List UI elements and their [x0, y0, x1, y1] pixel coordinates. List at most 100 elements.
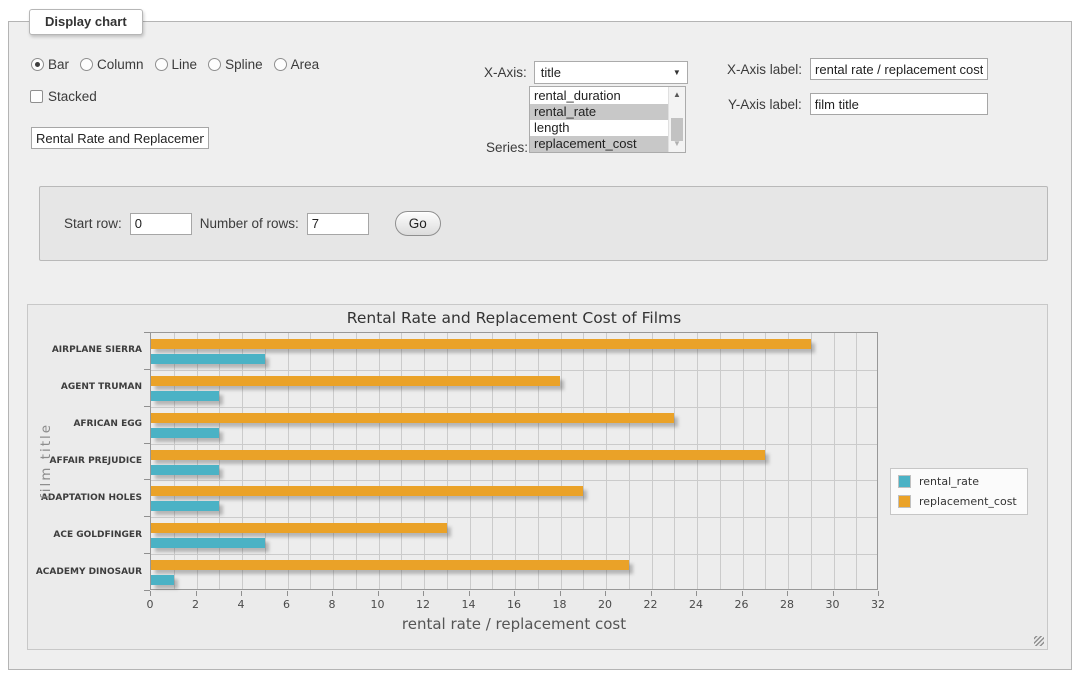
select-dropdown-arrow-icon: ▼ [673, 69, 681, 77]
x-tick-label: 8 [312, 598, 352, 611]
bar-replacement_cost-agent-truman [151, 376, 560, 386]
display-chart-panel: Display chart BarColumnLineSplineArea St… [8, 21, 1072, 670]
x-tick-mark [241, 591, 242, 596]
radio-icon[interactable] [80, 58, 93, 71]
start-row-label: Start row: [64, 216, 122, 231]
grid-line-vertical [333, 333, 334, 589]
grid-line-horizontal [151, 407, 877, 408]
radio-icon[interactable] [155, 58, 168, 71]
y-tick-mark [144, 516, 150, 517]
series-options: rental_durationrental_ratelengthreplacem… [530, 88, 668, 152]
series-option-rental_rate[interactable]: rental_rate [530, 104, 668, 120]
category-label: AIRPLANE SIERRA [30, 345, 142, 355]
grid-line-horizontal [151, 480, 877, 481]
grid-line-vertical [219, 333, 220, 589]
y-tick-mark [144, 443, 150, 444]
x-axis-label-row: X-Axis label: [727, 58, 988, 80]
x-axis-label-input[interactable] [810, 58, 988, 80]
x-tick-mark [605, 591, 606, 596]
series-option-replacement_cost[interactable]: replacement_cost [530, 136, 668, 152]
chart-type-radio-column[interactable]: Column [80, 57, 144, 72]
grid-line-vertical [492, 333, 493, 589]
bar-rental_rate-affair-prejudice [151, 465, 219, 475]
y-axis-label-input[interactable] [810, 93, 988, 115]
series-listbox-scrollbar[interactable]: ▲ ▼ [668, 87, 685, 152]
category-label: ACE GOLDFINGER [30, 530, 142, 540]
category-label: ACADEMY DINOSAUR [30, 567, 142, 577]
bar-rental_rate-airplane-sierra [151, 354, 265, 364]
bar-replacement_cost-african-egg [151, 413, 674, 423]
y-tick-mark [144, 369, 150, 370]
grid-line-vertical [720, 333, 721, 589]
x-axis-selected-value: title [541, 65, 561, 80]
grid-line-vertical [811, 333, 812, 589]
grid-line-vertical [470, 333, 471, 589]
chart-x-axis-title: rental rate / replacement cost [150, 615, 878, 633]
grid-line-vertical [174, 333, 175, 589]
radio-icon[interactable] [208, 58, 221, 71]
x-axis-select[interactable]: title ▼ [534, 61, 688, 84]
series-listbox-label: Series: [486, 140, 528, 155]
chart-type-radio-bar[interactable]: Bar [31, 57, 69, 72]
grid-line-vertical [629, 333, 630, 589]
series-option-rental_duration[interactable]: rental_duration [530, 88, 668, 104]
chart-type-label: Area [291, 57, 320, 72]
legend-label-rental_rate: rental_rate [919, 475, 979, 488]
x-tick-label: 10 [358, 598, 398, 611]
chart-legend: rental_rate replacement_cost [890, 468, 1028, 515]
x-tick-mark [378, 591, 379, 596]
grid-line-vertical [856, 333, 857, 589]
x-tick-label: 0 [130, 598, 170, 611]
grid-line-horizontal [151, 554, 877, 555]
series-option-length[interactable]: length [530, 120, 668, 136]
grid-line-vertical [288, 333, 289, 589]
radio-icon[interactable] [274, 58, 287, 71]
x-tick-label: 28 [767, 598, 807, 611]
grid-line-vertical [743, 333, 744, 589]
x-tick-label: 2 [176, 598, 216, 611]
num-rows-input[interactable] [307, 213, 369, 235]
chart-type-radio-group: Bar Column Line Spline Area [31, 57, 319, 72]
y-tick-mark [144, 479, 150, 480]
series-listbox[interactable]: rental_durationrental_ratelengthreplacem… [529, 86, 686, 153]
chart-type-label: Spline [225, 57, 263, 72]
row-controls-box: Start row: Number of rows: Go [39, 186, 1048, 261]
x-tick-label: 4 [221, 598, 261, 611]
resize-handle-icon[interactable] [1034, 636, 1044, 646]
category-label: AGENT TRUMAN [30, 382, 142, 392]
bar-rental_rate-adaptation-holes [151, 501, 219, 511]
go-button[interactable]: Go [395, 211, 441, 236]
grid-line-vertical [538, 333, 539, 589]
x-tick-label: 20 [585, 598, 625, 611]
legend-item-replacement_cost: replacement_cost [898, 495, 1017, 508]
radio-icon[interactable] [31, 58, 44, 71]
grid-line-vertical [447, 333, 448, 589]
legend-swatch-rental_rate [898, 475, 911, 488]
grid-line-vertical [765, 333, 766, 589]
x-tick-mark [287, 591, 288, 596]
x-tick-mark [878, 591, 879, 596]
y-tick-mark [144, 406, 150, 407]
grid-line-vertical [424, 333, 425, 589]
grid-line-vertical [242, 333, 243, 589]
grid-line-vertical [515, 333, 516, 589]
scroll-up-icon[interactable]: ▲ [669, 88, 685, 102]
chart-type-radio-area[interactable]: Area [274, 57, 320, 72]
chart-type-radio-line[interactable]: Line [155, 57, 198, 72]
grid-line-horizontal [151, 444, 877, 445]
chart-type-radio-spline[interactable]: Spline [208, 57, 263, 72]
scroll-down-icon[interactable]: ▼ [669, 137, 685, 151]
grid-line-vertical [697, 333, 698, 589]
stacked-checkbox-row[interactable]: Stacked [30, 89, 97, 104]
stacked-checkbox[interactable] [30, 90, 43, 103]
bar-replacement_cost-airplane-sierra [151, 339, 811, 349]
stacked-label: Stacked [48, 89, 97, 104]
grid-line-vertical [401, 333, 402, 589]
chart-plot-area [150, 332, 878, 590]
chart-y-axis-title: film title [38, 423, 54, 499]
start-row-input[interactable] [130, 213, 192, 235]
bar-replacement_cost-adaptation-holes [151, 486, 583, 496]
x-tick-label: 16 [494, 598, 534, 611]
chart-title-input[interactable] [31, 127, 209, 149]
bar-replacement_cost-ace-goldfinger [151, 523, 447, 533]
